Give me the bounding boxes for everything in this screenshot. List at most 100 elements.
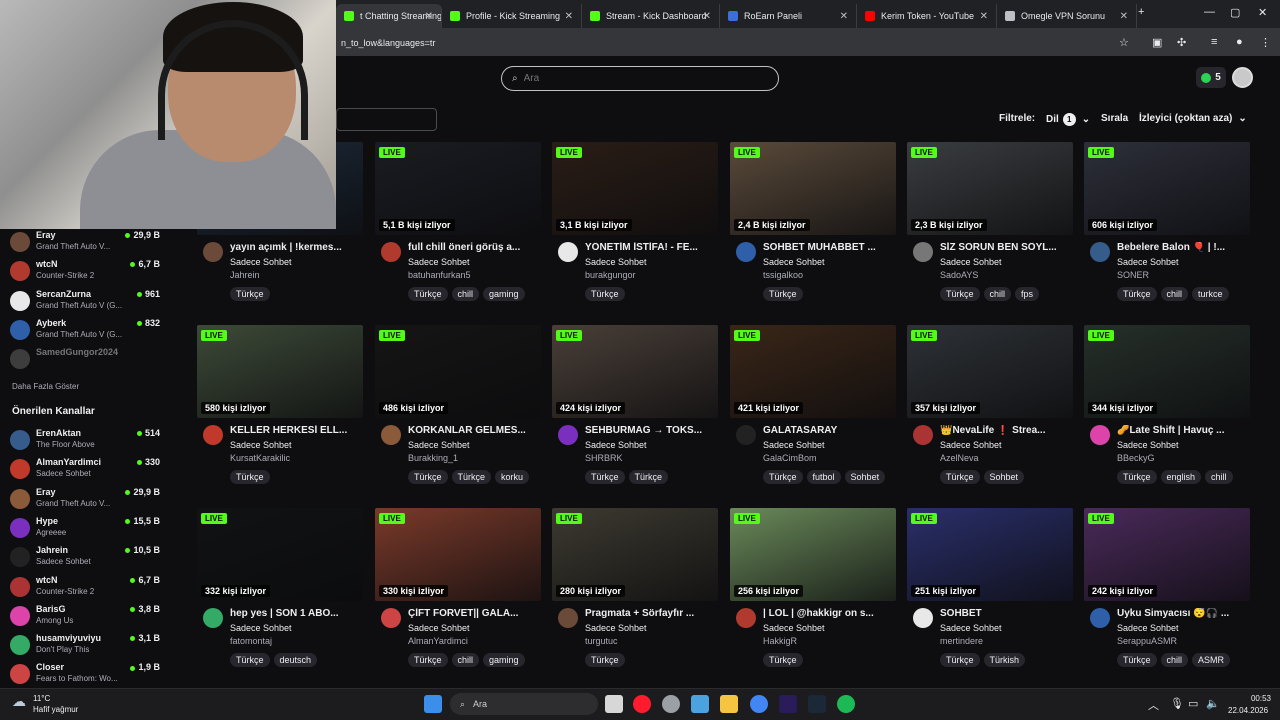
stream-tag[interactable]: Sohbet <box>983 470 1025 484</box>
chrome-icon[interactable] <box>750 695 768 713</box>
stream-category[interactable]: Sadece Sohbet <box>763 623 825 633</box>
stream-category[interactable]: Sadece Sohbet <box>585 440 647 450</box>
stream-tag[interactable]: Türkçe <box>408 470 448 484</box>
stream-category[interactable]: Sadece Sohbet <box>1117 257 1179 267</box>
stream-title[interactable]: SOHBET <box>940 608 1073 619</box>
stream-tag[interactable]: fps <box>1015 287 1040 301</box>
weather-temperature[interactable]: 11°C <box>33 694 50 703</box>
stream-tag[interactable]: chill <box>451 287 480 301</box>
stream-category[interactable]: Sadece Sohbet <box>408 623 470 633</box>
media-icon[interactable]: ≡ <box>1211 36 1217 48</box>
clock-time[interactable]: 00:53 <box>1241 694 1271 703</box>
stream-title[interactable]: hep yes | SON 1 ABO... <box>230 608 363 619</box>
stream-tag[interactable]: Türkçe <box>230 653 270 667</box>
photos-icon[interactable] <box>691 695 709 713</box>
close-window-icon[interactable]: ✕ <box>1258 6 1267 19</box>
stream-card[interactable]: LIVE 486 kişi izliyor KORKANLAR GELMES... S… <box>375 325 541 495</box>
close-tab-icon[interactable]: ✕ <box>980 11 988 22</box>
stream-card[interactable]: LIVE 344 kişi izliyor 🥜Late Shift | Havuç … <box>1084 325 1250 495</box>
stream-tag[interactable]: futbol <box>806 470 841 484</box>
stream-title[interactable]: YÖNETİM İSTİFA! - FE... <box>585 242 718 253</box>
stream-category[interactable]: Sadece Sohbet <box>585 257 647 267</box>
stream-thumbnail[interactable]: LIVE 344 kişi izliyor <box>1084 325 1250 418</box>
menu-icon[interactable]: ⋮ <box>1260 36 1271 49</box>
stream-tag[interactable]: deutsch <box>273 653 318 667</box>
language-filter[interactable]: Dil 1 ⌄ <box>1046 113 1090 126</box>
stream-tag[interactable]: turkce <box>1192 287 1229 301</box>
channel-name[interactable]: fatomontaj <box>230 636 272 646</box>
stream-tag[interactable]: Türkçe <box>763 470 803 484</box>
stream-category[interactable]: Sadece Sohbet <box>940 623 1002 633</box>
stream-tag[interactable]: Türkçe <box>408 287 448 301</box>
show-more-link[interactable]: Daha Fazla Göster <box>12 382 79 391</box>
stream-category[interactable]: Sadece Sohbet <box>940 257 1002 267</box>
channel-avatar[interactable] <box>381 425 401 445</box>
network-icon[interactable]: ▭ <box>1188 697 1198 710</box>
settings-icon[interactable] <box>662 695 680 713</box>
channel-name[interactable]: HakkigR <box>763 636 797 646</box>
stream-card[interactable]: LIVE 5,1 B kişi izliyor full chill öneri g… <box>375 142 541 312</box>
stream-card[interactable]: LIVE 580 kişi izliyor KELLER HERKESİ ELL..… <box>197 325 363 495</box>
stream-tag[interactable]: chill <box>1160 287 1189 301</box>
search-bar[interactable]: ⌕ <box>501 66 779 91</box>
channel-avatar[interactable] <box>913 242 933 262</box>
stream-card[interactable]: LIVE 357 kişi izliyor 👑NevaLife ❗ Strea...… <box>907 325 1073 495</box>
channel-avatar[interactable] <box>558 425 578 445</box>
close-tab-icon[interactable]: ✕ <box>425 11 433 22</box>
channel-name[interactable]: SadoAYS <box>940 270 978 280</box>
stream-card[interactable]: LIVE 421 kişi izliyor GALATASARAY Sadece So… <box>730 325 896 495</box>
channel-name[interactable]: mertindere <box>940 636 983 646</box>
channel-name[interactable]: AzelNeva <box>940 453 979 463</box>
sidebar-channel[interactable]: SercanZurna Grand Theft Auto V (G... 961 <box>10 288 160 316</box>
channel-name[interactable]: SONER <box>1117 270 1149 280</box>
stream-category[interactable]: Sadece Sohbet <box>408 257 470 267</box>
stream-card[interactable]: LIVE 330 kişi izliyor ÇİFT FORVET|| GALA..… <box>375 508 541 678</box>
stream-title[interactable]: Bebelere Balon 🎈 | !... <box>1117 242 1250 253</box>
profile-icon[interactable]: ● <box>1236 36 1243 48</box>
volume-icon[interactable]: 🔈 <box>1206 697 1220 710</box>
stream-tag[interactable]: english <box>1160 470 1202 484</box>
channel-name[interactable]: KursatKarakilic <box>230 453 290 463</box>
stream-tag[interactable]: chill <box>451 653 480 667</box>
stream-tag[interactable]: gaming <box>483 287 525 301</box>
stream-title[interactable]: KORKANLAR GELMES... <box>408 425 541 436</box>
stream-thumbnail[interactable]: LIVE 332 kişi izliyor <box>197 508 363 601</box>
stream-tag[interactable]: Türkçe <box>763 653 803 667</box>
stream-tag[interactable]: Sohbet <box>844 470 886 484</box>
stream-card[interactable]: LIVE 424 kişi izliyor SEHBURMAG → TOKS... S… <box>552 325 718 495</box>
channel-name[interactable]: Jahrein <box>230 270 260 280</box>
stream-title[interactable]: Uyku Simyacısı 😴🎧 ... <box>1117 608 1250 619</box>
channel-name[interactable]: BBeckyG <box>1117 453 1155 463</box>
stream-tag[interactable]: Türkçe <box>585 287 625 301</box>
stream-tag[interactable]: Türkçe <box>585 653 625 667</box>
stream-card[interactable]: LIVE 251 kişi izliyor SOHBET Sadece Sohbet m… <box>907 508 1073 678</box>
tray-chevron-icon[interactable]: ︿ <box>1148 697 1159 713</box>
sidebar-channel[interactable]: BarisG Among Us 3,8 B <box>10 603 160 631</box>
channel-avatar[interactable] <box>1090 425 1110 445</box>
stream-thumbnail[interactable]: LIVE 330 kişi izliyor <box>375 508 541 601</box>
sidebar-channel[interactable]: Jahrein Sadece Sohbet 10,5 B <box>10 544 160 572</box>
channel-avatar[interactable] <box>381 608 401 628</box>
minimize-icon[interactable]: — <box>1204 6 1215 18</box>
stream-title[interactable]: | LOL | @hakkigr on s... <box>763 608 896 619</box>
sidebar-channel[interactable]: Hype Agreeee 15,5 B <box>10 515 160 543</box>
file-explorer-icon[interactable] <box>720 695 738 713</box>
stream-title[interactable]: 👑NevaLife ❗ Strea... <box>940 425 1073 436</box>
stream-thumbnail[interactable]: LIVE 486 kişi izliyor <box>375 325 541 418</box>
channel-name[interactable]: batuhanfurkan5 <box>408 270 471 280</box>
channel-avatar[interactable] <box>736 425 756 445</box>
stream-tag[interactable]: Türkçe <box>940 470 980 484</box>
stream-tag[interactable]: Türkçe <box>763 287 803 301</box>
browser-tab[interactable]: Omegle VPN Sorunu ✕ <box>997 4 1137 28</box>
stream-card[interactable]: LIVE 3,1 B kişi izliyor YÖNETİM İSTİFA! - … <box>552 142 718 312</box>
browser-tab[interactable]: t Chatting Streaming · ✕ <box>336 4 442 28</box>
category-filter-field[interactable] <box>336 108 437 131</box>
stream-category[interactable]: Sadece Sohbet <box>1117 440 1179 450</box>
close-tab-icon[interactable]: ✕ <box>565 11 573 22</box>
stream-tag[interactable]: Türkçe <box>940 653 980 667</box>
channel-name[interactable]: AlmanYardimci <box>408 636 468 646</box>
sidebar-channel[interactable]: SamedGungor2024 <box>10 346 160 374</box>
stream-title[interactable]: ÇİFT FORVET|| GALA... <box>408 608 541 619</box>
stream-tag[interactable]: chill <box>1205 470 1233 484</box>
sidebar-channel[interactable]: Ayberk Grand Theft Auto V (G... 832 <box>10 317 160 345</box>
